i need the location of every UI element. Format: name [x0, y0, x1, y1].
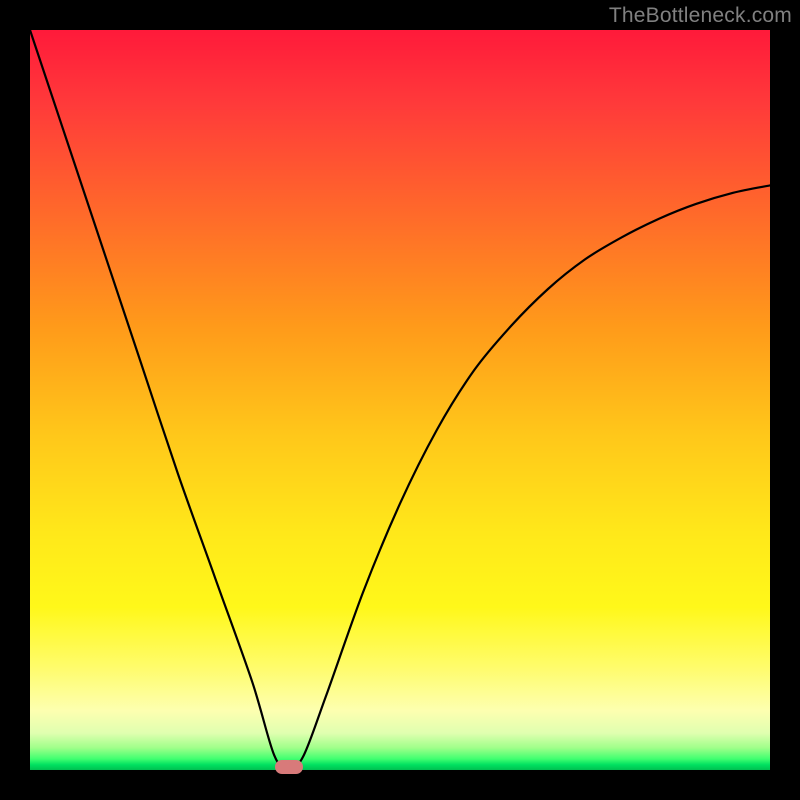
- plot-area: [30, 30, 770, 770]
- bottleneck-curve: [30, 30, 770, 770]
- watermark-text: TheBottleneck.com: [609, 4, 792, 28]
- chart-frame: TheBottleneck.com: [0, 0, 800, 800]
- optimal-marker: [275, 760, 303, 774]
